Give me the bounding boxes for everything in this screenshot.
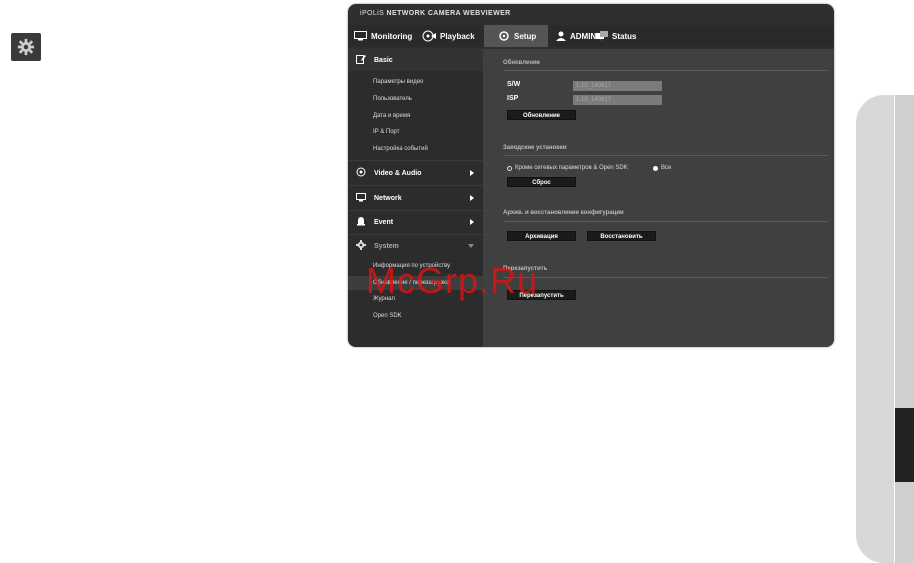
section-divider	[503, 277, 828, 278]
restore-button[interactable]: Восстановить	[587, 231, 656, 241]
isp-version-field: 1.10_140617	[573, 95, 662, 105]
nav-setup-label: Setup	[514, 31, 537, 41]
section-title-backup: Архив. и восстановление конфигурации	[503, 210, 624, 216]
sw-label: S/W	[507, 81, 521, 88]
main-content: Обновление S/W 1.10_140617 ISP 1.10_1406…	[483, 49, 834, 347]
page-side-tabs	[856, 95, 914, 563]
sidebar-divider	[348, 160, 483, 161]
chevron-right-icon	[470, 170, 474, 176]
backup-button[interactable]: Архивация	[507, 231, 576, 241]
section-title-factory: Заводские установки	[503, 145, 567, 151]
radio-except-network[interactable]	[507, 166, 512, 171]
tab-divider	[894, 95, 895, 563]
nav-admin-label: ADMIN	[570, 31, 597, 41]
section-title-update: Обновление	[503, 60, 540, 66]
chapter-tab-bottom	[895, 482, 914, 563]
chevron-right-icon	[470, 195, 474, 201]
bell-icon	[357, 217, 365, 226]
monitor-icon	[354, 31, 367, 41]
user-icon	[556, 31, 566, 41]
sidebar-network-label: Network	[374, 194, 402, 202]
sidebar-item-date-time[interactable]: Дата и время	[373, 113, 410, 119]
sidebar-network[interactable]: Network	[348, 187, 483, 209]
nav-status[interactable]: Status	[596, 25, 636, 47]
window-title: iPOLiS NETWORK CAMERA WEBVIEWER	[348, 4, 834, 24]
section-divider	[503, 70, 828, 71]
radio-all-label: Все	[661, 165, 672, 171]
reset-button[interactable]: Сброс	[507, 177, 576, 187]
top-nav: Monitoring Playback Setup ADMIN | Status	[348, 25, 834, 47]
nav-monitoring[interactable]: Monitoring	[354, 25, 412, 47]
setup-icon	[499, 31, 509, 41]
radio-except-network-label: Кроме сетевых параметров & Open SDK	[515, 165, 628, 171]
nav-playback-label: Playback	[440, 31, 475, 41]
setup-gear-icon	[11, 33, 41, 61]
chevron-right-icon	[470, 219, 474, 225]
sidebar-system-label: System	[374, 242, 399, 250]
edit-icon	[356, 55, 366, 64]
sidebar-system[interactable]: System	[348, 235, 483, 257]
sidebar-item-user[interactable]: Пользователь	[373, 96, 412, 102]
chapter-tab	[895, 95, 914, 408]
sidebar-item-open-sdk[interactable]: Open SDK	[373, 313, 402, 319]
update-button[interactable]: Обновление	[507, 110, 576, 120]
sidebar-divider	[348, 185, 483, 186]
radio-all[interactable]	[653, 166, 658, 171]
nav-playback[interactable]: Playback	[422, 25, 475, 47]
nav-status-label: Status	[612, 31, 637, 41]
nav-monitoring-label: Monitoring	[371, 31, 413, 41]
sidebar-item-ip-port[interactable]: IP & Порт	[373, 129, 400, 135]
section-divider	[503, 155, 828, 156]
sidebar: Basic Параметры видео Пользователь Дата …	[348, 49, 483, 347]
sw-version-field: 1.10_140617	[573, 81, 662, 91]
video-audio-icon	[356, 167, 366, 177]
sidebar-item-event-settings[interactable]: Настройка событий	[373, 146, 428, 152]
nav-setup[interactable]: Setup	[484, 25, 548, 47]
chevron-down-icon	[468, 244, 474, 248]
sidebar-video-audio[interactable]: Video & Audio	[348, 162, 483, 184]
sidebar-basic-label: Basic	[374, 56, 393, 64]
sidebar-item-video-params[interactable]: Параметры видео	[373, 79, 423, 85]
brand-logo: iPOLiS	[360, 10, 385, 17]
playback-icon	[422, 30, 436, 42]
current-chapter-tab	[895, 408, 914, 482]
sidebar-basic[interactable]: Basic	[348, 49, 483, 71]
app-title: NETWORK CAMERA WEBVIEWER	[386, 10, 511, 17]
gear-icon	[356, 240, 366, 250]
network-icon	[356, 193, 366, 202]
status-icon	[596, 31, 608, 39]
section-divider	[503, 221, 828, 222]
sidebar-event[interactable]: Event	[348, 211, 483, 233]
sidebar-video-audio-label: Video & Audio	[374, 169, 422, 177]
isp-label: ISP	[507, 95, 519, 102]
watermark-text: McGrp.Ru	[366, 260, 539, 301]
sidebar-event-label: Event	[374, 218, 394, 226]
